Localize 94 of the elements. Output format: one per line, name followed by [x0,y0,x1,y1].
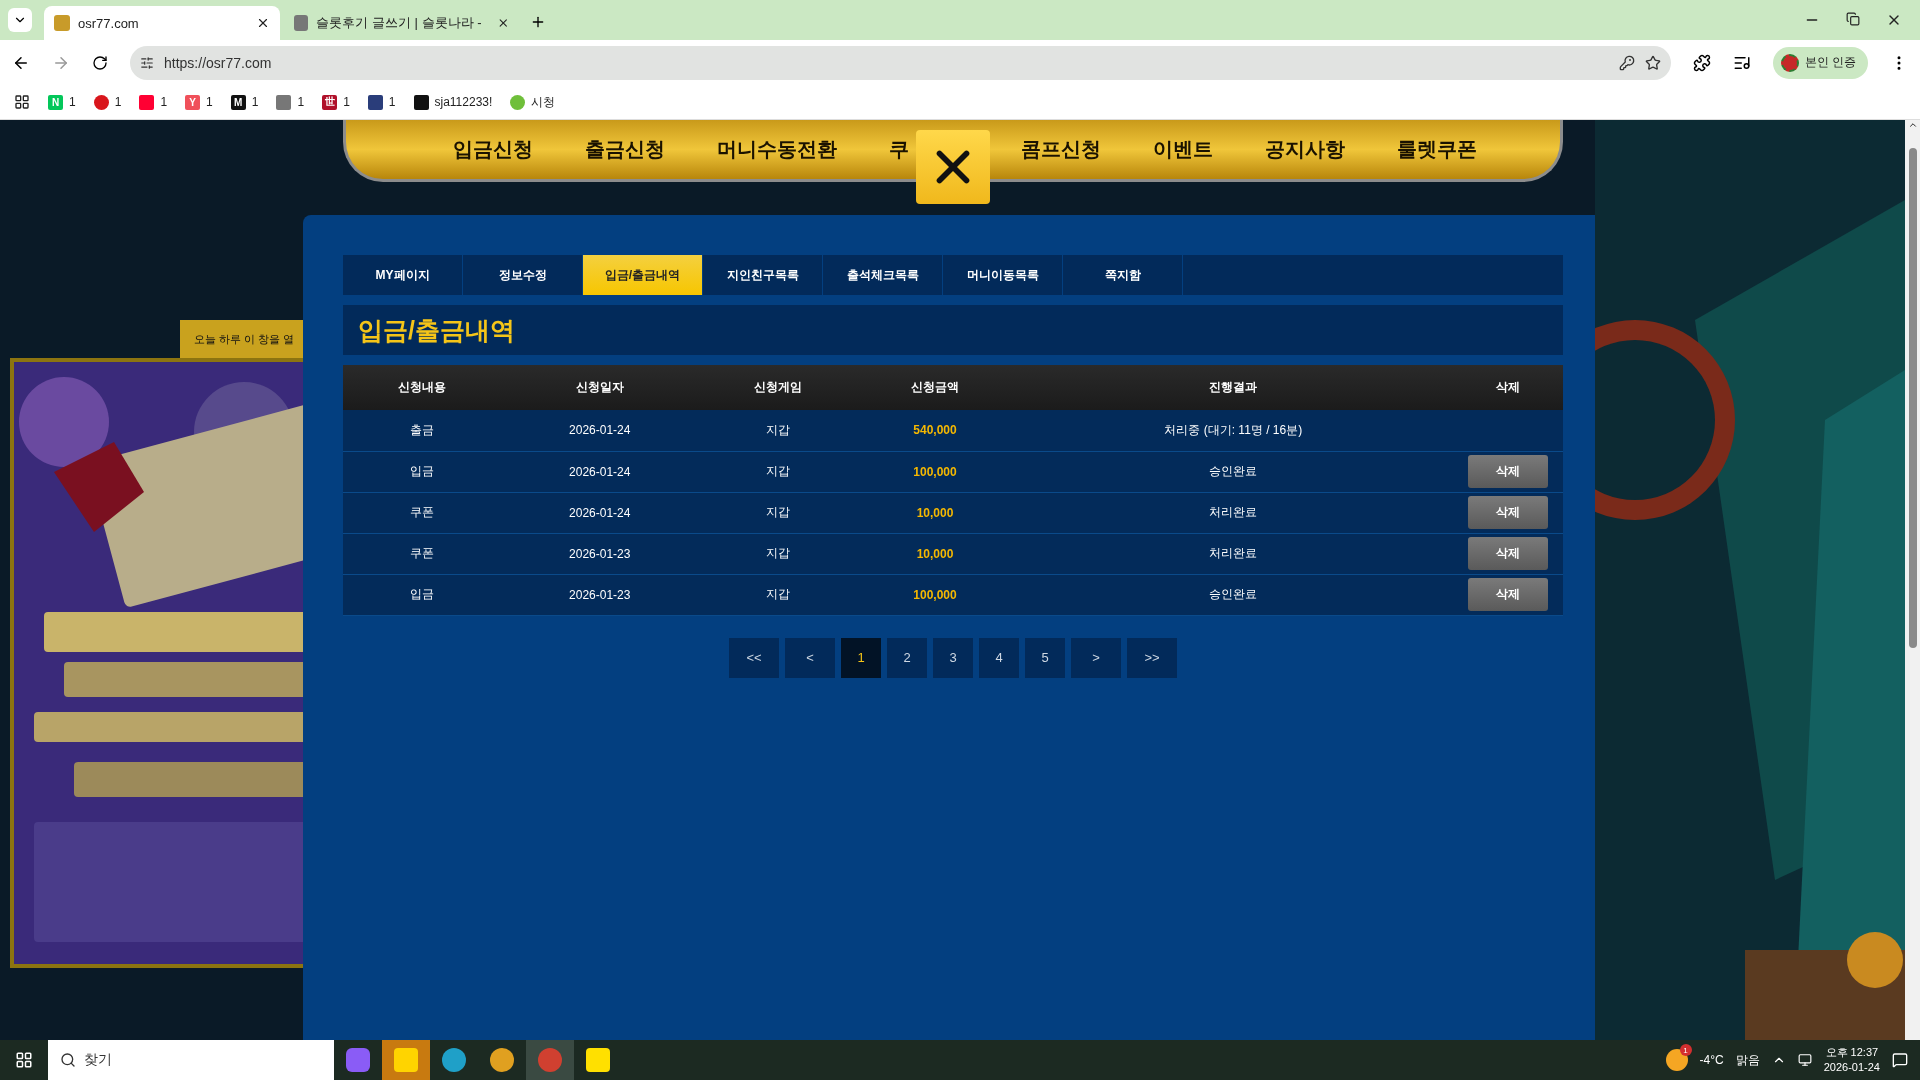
browser-tab[interactable]: osr77.com [44,6,280,40]
scroll-up-icon[interactable] [1907,120,1918,130]
table-cell: 처리완료 [1013,492,1453,533]
url-text: https://osr77.com [164,54,272,71]
table-cell: 지갑 [699,533,857,574]
close-icon[interactable] [497,16,510,30]
table-cell: 입금 [343,574,501,615]
delete-button[interactable]: 삭제 [1468,455,1548,488]
hide-today-button[interactable]: 오늘 하루 이 창을 열 [180,320,303,358]
address-bar[interactable]: https://osr77.com [130,45,1671,80]
browser-tab[interactable]: 슬롯후기 글쓰기 | 슬롯나라 - [284,6,520,40]
sub-tab[interactable]: 출석체크목록 [823,255,943,295]
page-button[interactable]: 3 [933,637,973,678]
page-button[interactable]: 5 [1025,637,1065,678]
table-cell: 2026-01-24 [500,410,700,451]
amount-cell: 10,000 [856,533,1014,574]
column-header: 신청내용 [343,365,501,410]
table-cell: 지갑 [699,574,857,615]
tab-list-button[interactable] [8,8,32,32]
table-cell: 2026-01-24 [500,492,700,533]
close-icon[interactable] [256,16,270,30]
nav-link[interactable]: 출금신청 [585,136,665,163]
table-cell: 쿠폰 [343,492,501,533]
sub-tab[interactable]: 머니이동목록 [943,255,1063,295]
page-button[interactable]: > [1071,637,1121,678]
star-icon[interactable] [1644,54,1661,71]
table-cell: 지갑 [699,492,857,533]
sub-tab[interactable]: MY페이지 [343,255,463,295]
table-cell: 처리중 (대기: 11명 / 16분) [1013,410,1453,451]
tab-title: 슬롯후기 글쓰기 | 슬롯나라 - [316,14,482,32]
nav-link[interactable]: 콤프신청 [1021,136,1101,163]
sub-tab[interactable]: 쪽지함 [1063,255,1183,295]
bookmark[interactable]: sja112233! [413,94,493,110]
nav-link[interactable]: 공지사항 [1265,136,1345,163]
column-header: 진행결과 [1013,365,1453,410]
table-cell: 입금 [343,451,501,492]
nav-link[interactable]: 입금신청 [453,136,533,163]
delete-button[interactable]: 삭제 [1468,537,1548,570]
nav-link[interactable]: 쿠 [889,136,909,163]
nav-link[interactable]: 머니수동전환 [717,136,837,163]
amount-cell: 540,000 [856,410,1014,451]
network-icon[interactable] [1797,1053,1812,1067]
nav-link[interactable]: 이벤트 [1153,136,1213,163]
table-cell: 승인완료 [1013,451,1453,492]
page-button[interactable]: < [785,637,835,678]
amount-cell: 100,000 [856,451,1014,492]
restore-icon[interactable] [1846,12,1860,26]
favicon-icon [54,15,70,31]
page-button[interactable]: 1 [841,637,881,678]
section-title: 입금/출금내역 [358,314,515,346]
scrollbar-thumb[interactable] [1908,148,1917,648]
key-icon[interactable] [1618,54,1635,71]
amount-cell: 100,000 [856,574,1014,615]
search-icon [60,1052,76,1068]
reload-icon[interactable] [92,54,108,71]
notification-icon[interactable] [1892,1052,1908,1068]
sub-tab[interactable]: 입금/출금내역 [583,255,703,295]
page-button[interactable]: << [729,637,779,678]
table-cell: 2026-01-23 [500,533,700,574]
table-cell: 승인완료 [1013,574,1453,615]
bookmark[interactable]: 시청 [510,93,556,111]
profile-button[interactable]: 본인 인증 [1772,46,1868,79]
column-header: 신청금액 [856,365,1014,410]
clock[interactable]: 오후 12:37 2026-01-24 [1823,1045,1880,1075]
column-header: 신청일자 [500,365,700,410]
tab-title: osr77.com [78,15,139,31]
table-cell: 지갑 [699,451,857,492]
site-settings-icon[interactable] [140,55,154,70]
weather-text: 맑음 [1735,1051,1760,1069]
page-button[interactable]: 2 [887,637,927,678]
weather-icon[interactable] [1665,1049,1688,1071]
extensions-icon[interactable] [1692,53,1711,72]
table-cell: 2026-01-23 [500,574,700,615]
page-button[interactable]: 4 [979,637,1019,678]
nav-link[interactable]: 룰렛쿠폰 [1397,136,1477,163]
favicon-icon [294,15,309,31]
apps-icon[interactable] [14,94,30,110]
table-cell: 출금 [343,410,501,451]
column-header: 삭제 [1453,365,1563,410]
taskbar-search-field[interactable]: 찾기 [48,1040,334,1080]
table-cell: 쿠폰 [343,533,501,574]
amount-cell: 10,000 [856,492,1014,533]
delete-button[interactable]: 삭제 [1468,496,1548,529]
notification-badge: 1 [1679,1044,1692,1056]
page-button[interactable]: >> [1127,637,1177,678]
table-cell: 2026-01-24 [500,451,700,492]
close-button[interactable] [916,130,990,204]
table-cell: 처리완료 [1013,533,1453,574]
column-header: 신청게임 [699,365,857,410]
delete-button[interactable]: 삭제 [1468,578,1548,611]
sub-tab[interactable]: 지인친구목록 [703,255,823,295]
new-tab-icon[interactable] [530,14,546,30]
temperature-text: -4°C [1699,1053,1724,1067]
table-cell: 지갑 [699,410,857,451]
